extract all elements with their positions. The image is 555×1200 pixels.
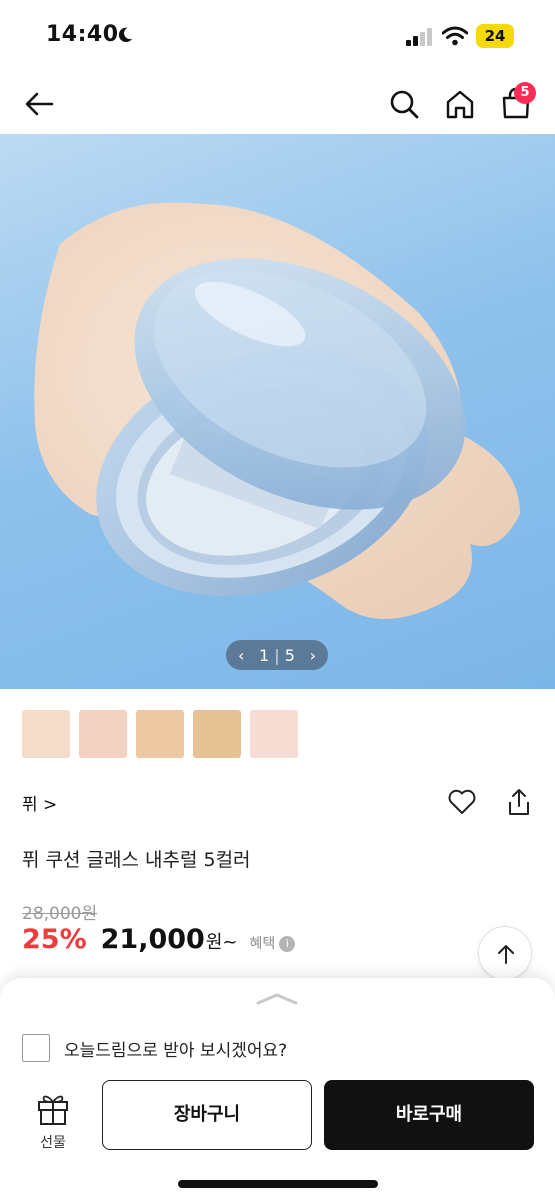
today-delivery-checkbox[interactable] [22,1034,50,1062]
add-to-cart-button[interactable]: 장바구니 [102,1080,312,1150]
chevron-left-icon[interactable]: ‹ [238,646,244,665]
pager-current: 1 [259,645,270,665]
purchase-bottom-sheet: 오늘드림으로 받아 보시겠어요? 선물 장바구니 바로구매 [0,978,555,1200]
battery-icon: 24 [476,24,514,48]
status-time: 14:40 [46,22,119,47]
sale-price: 21,000 [100,924,205,955]
gift-button[interactable]: 선물 [26,1090,80,1151]
pager-text: 1 | 5 [259,646,295,665]
gift-label: 선물 [40,1135,66,1151]
discount-rate: 25% [22,924,87,955]
color-swatch[interactable] [250,710,298,758]
pager-total: 5 [284,645,295,665]
benefit-button[interactable]: 혜택 i [250,933,296,953]
image-pager: ‹ 1 | 5 › [226,640,328,670]
scroll-to-top-button[interactable] [478,926,532,980]
status-bar: 14:40 24 [0,0,555,72]
heart-icon[interactable] [446,786,478,818]
share-icon[interactable] [506,786,532,818]
price-unit: 원~ [205,932,238,953]
color-swatch[interactable] [193,710,241,758]
product-image[interactable]: ‹ 1 | 5 › [0,134,555,689]
price-row: 25% 21,000 원~ 혜택 i [22,924,296,955]
home-icon[interactable] [440,84,480,124]
gift-icon [38,1095,68,1125]
original-price: 28,000원 [22,904,98,924]
back-arrow-icon[interactable] [20,84,60,124]
cart-count-badge: 5 [514,82,536,104]
brand-link[interactable]: 퓌 > [22,795,57,815]
search-icon[interactable] [384,84,424,124]
top-nav-bar: 5 [0,72,555,134]
product-photo [34,202,521,619]
wifi-icon [442,26,468,46]
color-swatch[interactable] [136,710,184,758]
home-indicator [178,1180,378,1188]
product-title: 퓌 쿠션 글래스 내추럴 5컬러 [22,849,251,871]
today-delivery-option[interactable]: 오늘드림으로 받아 보시겠어요? [22,1034,287,1062]
pager-divider: | [274,645,280,665]
today-delivery-label: 오늘드림으로 받아 보시겠어요? [64,1040,288,1061]
benefit-label: 혜택 [249,936,276,952]
color-swatch[interactable] [79,710,127,758]
arrow-up-icon [498,945,514,964]
brand-row: 퓌 > [22,789,537,818]
color-swatch-list [22,710,298,758]
moon-icon [118,27,133,43]
buy-now-button[interactable]: 바로구매 [324,1080,534,1150]
chevron-up-icon[interactable] [254,992,300,1006]
chevron-right-icon[interactable]: › [310,646,316,665]
signal-icon [406,28,432,46]
info-icon: i [279,936,296,952]
color-swatch[interactable] [22,710,70,758]
